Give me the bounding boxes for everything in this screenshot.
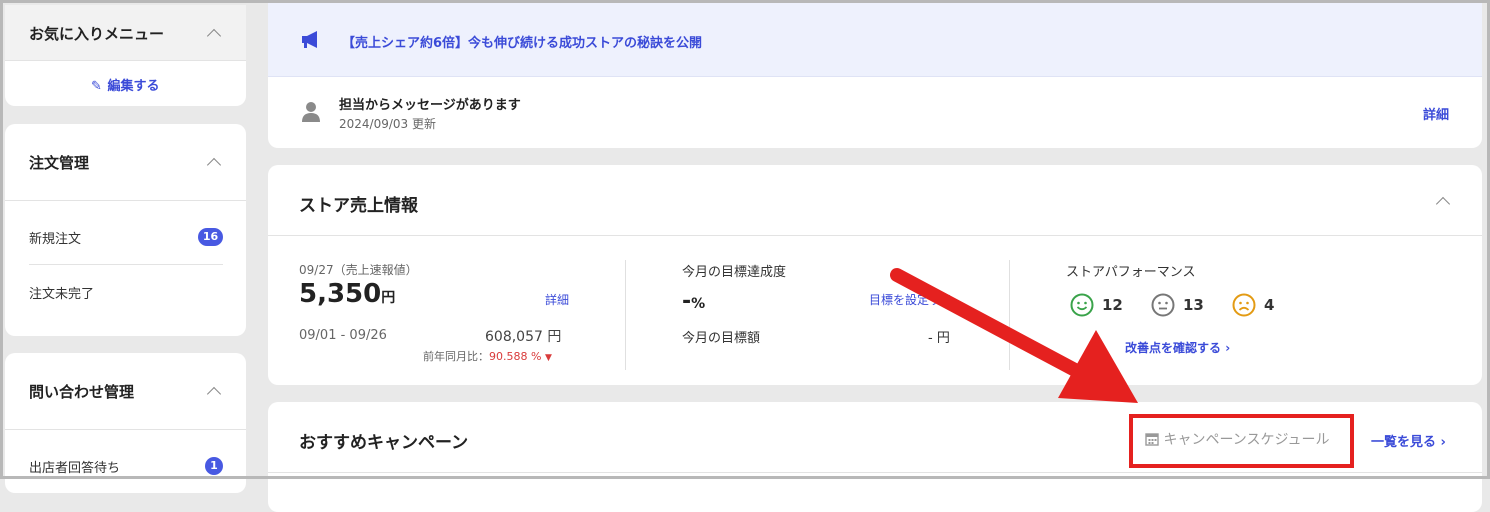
annotation-arrow	[890, 268, 1138, 403]
annotation-highlight-box	[1129, 414, 1354, 468]
